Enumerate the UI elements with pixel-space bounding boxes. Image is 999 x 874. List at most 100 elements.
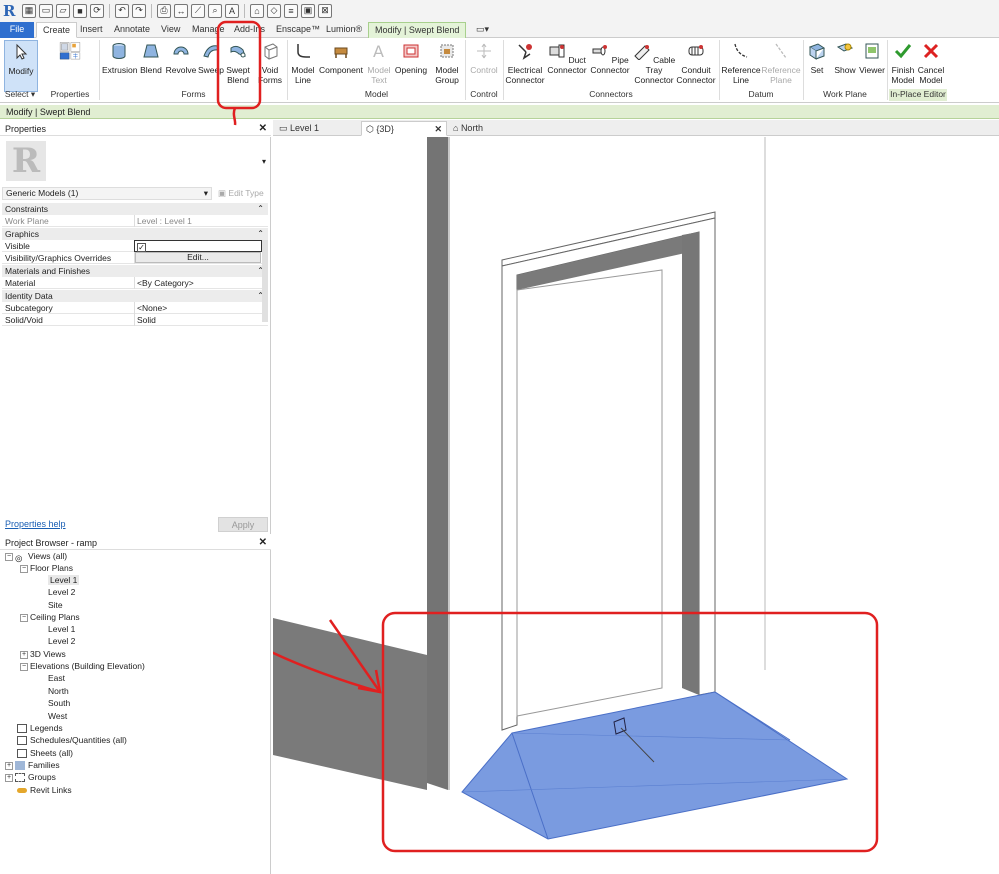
swept-blend-button[interactable]: Swept Blend <box>224 40 252 88</box>
show-work-plane-button[interactable]: Show <box>831 40 859 88</box>
tab-lumion[interactable]: Lumion® <box>320 22 368 38</box>
modify-button[interactable]: Modify <box>4 40 38 92</box>
tree-revit-links[interactable]: Revit Links <box>17 784 72 796</box>
tab-create[interactable]: Create <box>36 22 78 38</box>
redo-icon[interactable]: ↷ <box>132 3 146 18</box>
revit-logo-icon[interactable]: R <box>3 3 19 19</box>
open-icon[interactable]: ▭ <box>39 3 53 18</box>
expand-icon[interactable]: + <box>5 761 13 770</box>
tree-elevation-south[interactable]: South <box>48 697 70 709</box>
tree-sheets[interactable]: Sheets (all) <box>17 747 73 759</box>
tree-floor-plans[interactable]: − Floor Plans <box>20 562 73 574</box>
collapse-icon[interactable]: − <box>20 564 28 573</box>
revolve-button[interactable]: Revolve <box>165 40 197 88</box>
tree-families[interactable]: + Families <box>5 759 60 771</box>
tree-elevation-east[interactable]: East <box>48 672 65 684</box>
ribbon-minimize-icon[interactable]: ▭▾ <box>470 22 490 38</box>
select-panel-label[interactable]: Select ▾ <box>2 89 38 101</box>
finish-model-button[interactable]: Finish Model <box>889 40 917 88</box>
viewer-button[interactable]: Viewer <box>858 40 886 88</box>
type-dropdown-icon[interactable]: ▾ <box>262 157 266 166</box>
electrical-connector-button[interactable]: Electrical Connector <box>505 40 545 88</box>
properties-icon[interactable] <box>45 42 95 60</box>
print-icon[interactable]: ⎙ <box>157 3 171 18</box>
tab-add-ins[interactable]: Add-Ins <box>228 22 271 38</box>
tree-floor-plan-level-2[interactable]: Level 2 <box>48 586 75 598</box>
cancel-model-button[interactable]: Cancel Model <box>917 40 945 88</box>
section-icon[interactable]: ◇ <box>267 3 281 18</box>
view-tab-3d[interactable]: ⬡ {3D} ✕ <box>361 121 447 136</box>
collapse-icon[interactable]: − <box>20 662 28 671</box>
prop-value[interactable]: <By Category> <box>134 277 262 289</box>
model-group-button[interactable]: Model Group <box>432 40 462 88</box>
reference-line-button[interactable]: Reference Line <box>721 40 761 88</box>
collapse-icon[interactable]: − <box>5 552 13 561</box>
tab-annotate[interactable]: Annotate <box>108 22 156 38</box>
3d-view-canvas[interactable] <box>124 107 999 874</box>
model-line-button[interactable]: Model Line <box>289 40 317 88</box>
view-tab-level-1[interactable]: ▭ Level 1 <box>275 121 359 136</box>
sync-icon[interactable]: ⟳ <box>90 3 104 18</box>
tab-view[interactable]: View <box>155 22 186 38</box>
tree-groups[interactable]: + Groups <box>5 771 56 783</box>
tree-elevations[interactable]: − Elevations (Building Elevation) <box>20 660 145 672</box>
close-hidden-icon[interactable]: ▣ <box>301 3 315 18</box>
prop-value[interactable]: <None> <box>134 302 262 314</box>
tree-floor-plan-site[interactable]: Site <box>48 599 63 611</box>
switch-windows-icon[interactable]: ⊠ <box>318 3 332 18</box>
tree-ceiling-level-1[interactable]: Level 1 <box>48 623 75 635</box>
group-constraints[interactable]: Constraints ⌃ <box>2 203 268 215</box>
tab-file[interactable]: File <box>0 22 34 38</box>
apply-button[interactable]: Apply <box>218 517 268 532</box>
tree-views-all[interactable]: − ◎ Views (all) <box>5 550 67 563</box>
close-icon[interactable]: ✕ <box>434 122 442 136</box>
collapse-icon[interactable]: ⌃ <box>257 228 264 240</box>
tree-3d-views[interactable]: +3D Views <box>20 648 66 660</box>
prop-value[interactable]: ✓ <box>134 240 262 252</box>
tab-modify-swept-blend[interactable]: Modify | Swept Blend <box>368 22 467 38</box>
blend-button[interactable]: Blend <box>138 40 164 88</box>
tag-icon[interactable]: ⌕ <box>208 3 222 18</box>
tree-floor-plan-level-1[interactable]: Level 1 <box>48 574 80 586</box>
set-work-plane-button[interactable]: Set <box>805 40 829 88</box>
swept-blend-ramp[interactable] <box>461 691 849 840</box>
opening-button[interactable]: Opening <box>394 40 428 88</box>
aligned-dimension-icon[interactable]: ⟋ <box>191 3 205 18</box>
prop-value[interactable]: Solid <box>134 314 262 326</box>
thin-lines-icon[interactable]: ≡ <box>284 3 298 18</box>
reference-plane-button[interactable]: Reference Plane <box>761 40 801 88</box>
tree-ceiling-level-2[interactable]: Level 2 <box>48 635 75 647</box>
tree-ceiling-plans[interactable]: − Ceiling Plans <box>20 611 80 623</box>
cable-tray-connector-button[interactable]: Cable Tray Connector <box>632 40 676 88</box>
properties-help-link[interactable]: Properties help <box>5 519 66 529</box>
close-icon[interactable]: ✕ <box>259 536 267 550</box>
extrusion-button[interactable]: Extrusion <box>102 40 137 88</box>
type-selector[interactable]: Generic Models (1) ▾ <box>2 187 212 200</box>
save-icon[interactable]: ■ <box>73 3 87 18</box>
group-identity[interactable]: Identity Data ⌃ <box>2 290 268 302</box>
collapse-icon[interactable]: − <box>20 613 28 622</box>
expand-icon[interactable]: + <box>20 650 28 659</box>
sweep-button[interactable]: Sweep <box>198 40 224 88</box>
edit-type-button[interactable]: ▣ Edit Type <box>218 187 268 200</box>
visible-checkbox[interactable]: ✓ <box>137 243 146 252</box>
tree-legends[interactable]: Legends <box>17 722 63 734</box>
properties-scrollbar[interactable] <box>262 240 268 322</box>
tab-manage[interactable]: Manage <box>186 22 231 38</box>
undo-icon[interactable]: ↶ <box>115 3 129 18</box>
duct-connector-button[interactable]: Duct Connector <box>547 40 587 88</box>
tree-schedules[interactable]: Schedules/Quantities (all) <box>17 734 127 746</box>
tree-elevation-north[interactable]: North <box>48 685 69 697</box>
conduit-connector-button[interactable]: Conduit Connector <box>676 40 716 88</box>
tree-elevation-west[interactable]: West <box>48 710 67 722</box>
group-graphics[interactable]: Graphics ⌃ <box>2 228 268 240</box>
pipe-connector-button[interactable]: Pipe Connector <box>589 40 631 88</box>
model-text-button[interactable]: A Model Text <box>365 40 393 88</box>
component-button[interactable]: Component <box>318 40 364 88</box>
expand-icon[interactable]: + <box>5 773 13 782</box>
text-icon[interactable]: A <box>225 3 239 18</box>
control-button[interactable]: Control <box>467 40 501 88</box>
group-materials[interactable]: Materials and Finishes ⌃ <box>2 265 268 277</box>
edit-button[interactable]: Edit... <box>135 252 261 263</box>
collapse-icon[interactable]: ⌃ <box>257 203 264 215</box>
